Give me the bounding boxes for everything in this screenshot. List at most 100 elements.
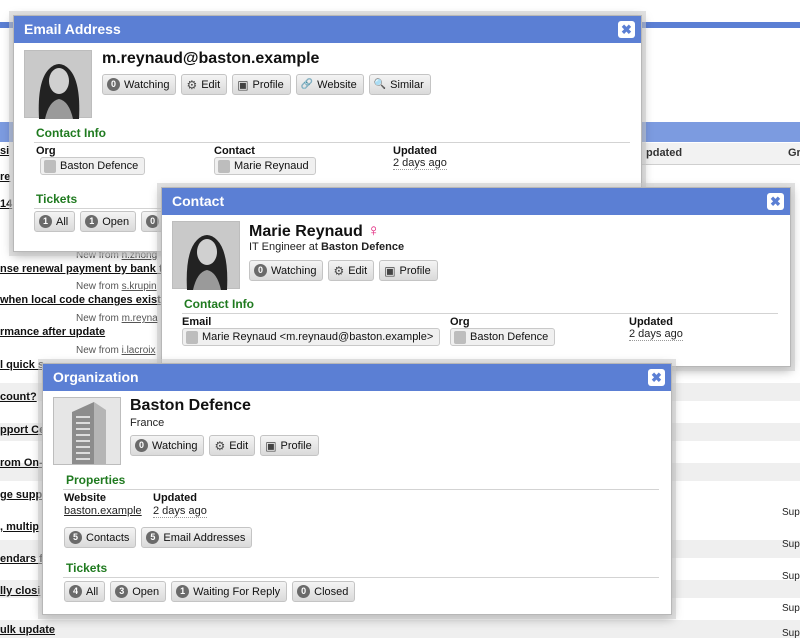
tickets-all-button[interactable]: 4 All [64, 581, 106, 602]
ticket-subject-link[interactable]: re [0, 171, 10, 183]
updated-value: 2 days ago [153, 505, 207, 518]
group-cell: Sup [782, 628, 800, 639]
dialog-titlebar[interactable]: Email Address ✖ [14, 16, 641, 43]
email-address-title: m.reynaud@baston.example [102, 50, 320, 67]
ticket-subject-link[interactable]: when local code changes exist [0, 294, 161, 306]
ticket-subject-link[interactable]: , multip [0, 521, 39, 533]
ticket-subject-link[interactable]: lly closi [0, 585, 40, 597]
email-chip[interactable]: Marie Reynaud <m.reynaud@baston.example> [182, 328, 441, 346]
search-icon: 🔍 [373, 78, 387, 90]
email-label: Email [182, 316, 212, 328]
tickets-all-button[interactable]: 1 All [34, 211, 76, 232]
watching-button[interactable]: 0 Watching [249, 260, 324, 281]
email-addresses-button[interactable]: 5 Email Addresses [141, 527, 253, 548]
contacts-button[interactable]: 5 Contacts [64, 527, 137, 548]
updated-label: Updated [629, 316, 673, 328]
link-icon: 🔗 [300, 78, 314, 90]
profile-card-icon: ▣ [237, 77, 249, 92]
org-avatar-icon [44, 159, 56, 173]
org-label: Org [36, 145, 56, 157]
watching-button[interactable]: 0 Watching [102, 74, 177, 95]
group-cell: Sup [782, 507, 800, 518]
dialog-title: Organization [53, 369, 139, 385]
row-band [0, 620, 800, 638]
tickets-open-button[interactable]: 1 Open [80, 211, 137, 232]
dialog-titlebar[interactable]: Contact ✖ [162, 188, 790, 215]
ticket-subject-link[interactable]: si [0, 145, 9, 157]
ticket-subject-link[interactable]: 14 [0, 198, 12, 210]
user-link[interactable]: m.reyna [122, 313, 158, 324]
watching-count: 0 [107, 78, 120, 91]
ticket-subject-link[interactable]: rmance after update [0, 326, 105, 338]
ticket-subject-link[interactable]: l quick s [0, 359, 44, 371]
watching-button[interactable]: 0 Watching [130, 435, 205, 456]
contact-name: Marie Reynaud ♀ [249, 221, 381, 240]
contact-info-heading: Contact Info [36, 126, 106, 140]
similar-button[interactable]: 🔍 Similar [368, 74, 431, 95]
avatar [24, 50, 92, 119]
website-button[interactable]: 🔗 Website [295, 74, 364, 95]
profile-button[interactable]: ▣ Profile [260, 435, 319, 456]
contact-label: Contact [214, 145, 255, 157]
updated-label: Updated [393, 145, 437, 157]
group-cell: Sup [782, 603, 800, 614]
updated-label: Updated [153, 492, 197, 504]
contact-avatar-icon [218, 159, 230, 173]
section-divider [182, 313, 778, 314]
watching-count: 0 [135, 439, 148, 452]
contact-action-buttons: 0 Watching ⚙ Edit ▣ Profile [249, 260, 438, 281]
organization-related-buttons: 5 Contacts 5 Email Addresses [64, 527, 253, 548]
group-cell: Sup [782, 539, 800, 550]
ticket-newfrom: New from i.lacroix [76, 345, 156, 356]
organization-name: Baston Defence [130, 397, 251, 414]
dialog-titlebar[interactable]: Organization ✖ [43, 364, 671, 391]
edit-button[interactable]: ⚙ Edit [181, 74, 228, 95]
ticket-subject-link[interactable]: rom On- [0, 457, 43, 469]
contact-role: IT Engineer at Baston Defence [249, 241, 405, 253]
edit-button[interactable]: ⚙ Edit [209, 435, 256, 456]
ticket-subject-link[interactable]: nse renewal payment by bank t [0, 263, 163, 275]
close-icon[interactable]: ✖ [648, 369, 665, 386]
website-link[interactable]: baston.example [64, 505, 142, 517]
column-header-group[interactable]: Gr [782, 143, 800, 165]
updated-value: 2 days ago [393, 157, 447, 170]
section-divider [34, 142, 630, 143]
female-icon: ♀ [367, 221, 381, 240]
contact-dialog: Contact ✖ Marie Reynaud ♀ IT Engineer at… [161, 187, 791, 367]
updated-value: 2 days ago [629, 328, 683, 341]
profile-card-icon: ▣ [265, 438, 277, 453]
gear-icon: ⚙ [214, 438, 226, 453]
ticket-subject-link[interactable]: pport Ce [0, 424, 45, 436]
ticket-subject-link[interactable]: count? [0, 391, 37, 403]
tickets-heading: Tickets [36, 192, 78, 206]
section-divider [63, 489, 659, 490]
contact-avatar-icon [186, 330, 198, 344]
group-cell: Sup [782, 571, 800, 582]
profile-button[interactable]: ▣ Profile [379, 260, 438, 281]
org-chip[interactable]: Baston Defence [450, 328, 556, 346]
profile-button[interactable]: ▣ Profile [232, 74, 291, 95]
dialog-title: Email Address [24, 21, 121, 37]
org-chip[interactable]: Baston Defence [40, 157, 146, 175]
close-icon[interactable]: ✖ [618, 21, 635, 38]
ticket-subject-link[interactable]: ge supp [0, 489, 42, 501]
user-link[interactable]: i.lacroix [122, 345, 156, 356]
tickets-open-button[interactable]: 3 Open [110, 581, 167, 602]
email-action-buttons: 0 Watching ⚙ Edit ▣ Profile 🔗 Website 🔍 Simil… [102, 74, 431, 95]
tickets-waiting-button[interactable]: 1 Waiting For Reply [171, 581, 288, 602]
section-divider [63, 577, 659, 578]
org-link[interactable]: Baston Defence [321, 241, 404, 253]
ticket-subject-link[interactable]: ulk update [0, 624, 55, 636]
edit-button[interactable]: ⚙ Edit [328, 260, 375, 281]
column-header-updated[interactable]: pdated [640, 143, 782, 165]
tickets-closed-button[interactable]: 0 Closed [292, 581, 356, 602]
user-link[interactable]: s.krupin [122, 281, 157, 292]
contact-chip[interactable]: Marie Reynaud [214, 157, 316, 175]
close-icon[interactable]: ✖ [767, 193, 784, 210]
organization-dialog: Organization ✖ Baston Defence France 0 Wa… [42, 363, 672, 615]
gear-icon: ⚙ [186, 77, 198, 92]
ticket-newfrom: New from m.reyna [76, 313, 158, 324]
tickets-heading: Tickets [66, 561, 108, 575]
gear-icon: ⚙ [333, 263, 345, 278]
ticket-subject-link[interactable]: endars f [0, 553, 43, 565]
